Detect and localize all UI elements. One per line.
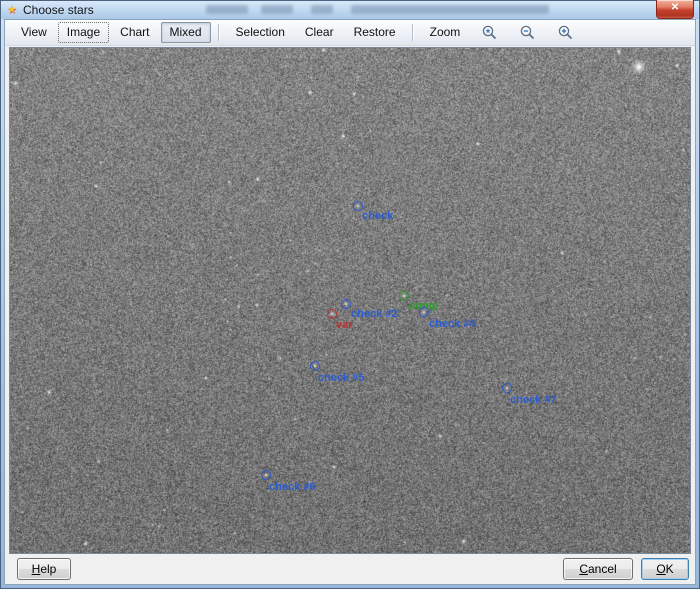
- redacted-text: [261, 5, 293, 14]
- title-bar: ★ Choose stars ✕: [1, 1, 699, 19]
- redacted-text: [206, 5, 248, 14]
- toolbar-view-button[interactable]: View: [12, 22, 56, 43]
- toolbar-chart-button[interactable]: Chart: [111, 22, 158, 43]
- choose-stars-dialog: ★ Choose stars ✕ View Image Chart Mixed …: [0, 0, 700, 589]
- star-ring-check-7[interactable]: [502, 383, 512, 393]
- toolbar-clear-button[interactable]: Clear: [296, 22, 343, 43]
- toolbar-selection-button[interactable]: Selection: [227, 22, 294, 43]
- toolbar-restore-button[interactable]: Restore: [345, 22, 405, 43]
- toolbar-zoom-button[interactable]: Zoom: [421, 22, 470, 43]
- star-ring-check-4[interactable]: [419, 307, 429, 317]
- toolbar-separator: [218, 24, 220, 41]
- redacted-text: [351, 5, 549, 14]
- toolbar-image-button[interactable]: Image: [58, 22, 109, 43]
- toolbar: View Image Chart Mixed Selection Clear R…: [5, 20, 695, 46]
- close-button[interactable]: ✕: [656, 0, 694, 19]
- close-icon: ✕: [671, 2, 679, 13]
- star-label-check-7: check #7: [510, 394, 556, 406]
- zoom-fit-icon[interactable]: [480, 24, 498, 42]
- star-ring-var[interactable]: [327, 309, 337, 319]
- help-button[interactable]: Help: [17, 558, 71, 580]
- app-icon: ★: [7, 3, 17, 17]
- cancel-button[interactable]: Cancel: [563, 558, 633, 580]
- toolbar-mixed-button[interactable]: Mixed: [161, 22, 211, 43]
- star-label-check-6: check #6: [269, 481, 315, 493]
- star-label-check-2: check #2: [351, 308, 397, 320]
- star-ring-check-2[interactable]: [341, 299, 351, 309]
- star-ring-check-6[interactable]: [261, 470, 271, 480]
- star-label-check-4: check #4: [429, 318, 475, 330]
- dialog-body: View Image Chart Mixed Selection Clear R…: [4, 19, 696, 585]
- star-label-var: var: [336, 319, 353, 331]
- redacted-text: [311, 5, 333, 14]
- star-label-check-5: check #5: [318, 372, 364, 384]
- zoom-in-icon[interactable]: [556, 24, 574, 42]
- star-label-check: check: [362, 210, 393, 222]
- star-field-panel: checkcheck #2compvarcheck #4check #5chec…: [9, 47, 691, 554]
- star-ring-check-5[interactable]: [310, 361, 320, 371]
- star-ring-comp[interactable]: [399, 291, 409, 301]
- window-title: Choose stars: [23, 3, 94, 17]
- toolbar-separator: [412, 24, 414, 41]
- ok-button[interactable]: OK: [641, 558, 689, 580]
- star-marker-layer: checkcheck #2compvarcheck #4check #5chec…: [10, 48, 690, 553]
- zoom-out-icon[interactable]: [518, 24, 536, 42]
